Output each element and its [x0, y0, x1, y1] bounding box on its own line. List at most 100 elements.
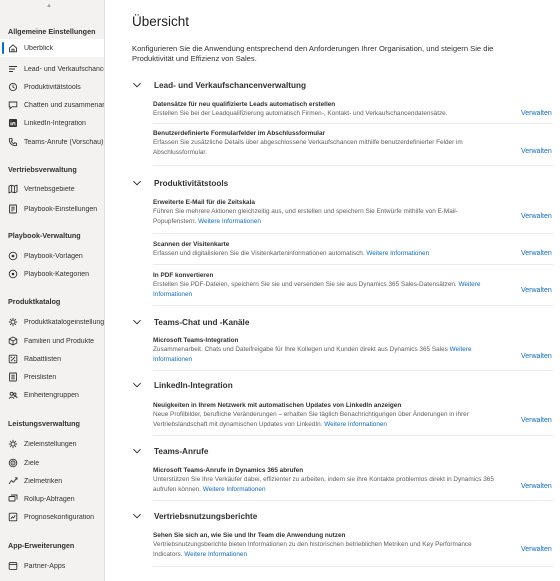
setting-item: In PDF konvertieren Erstellen Sie PDF-Dat…	[153, 271, 501, 299]
chevron-down-icon[interactable]	[132, 380, 142, 390]
setting-item: Benutzerdefinierte Formularfelder im Abs…	[153, 129, 501, 157]
manage-link[interactable]: Verwalten	[521, 483, 552, 490]
section-header[interactable]: Teams-Anrufe	[132, 444, 208, 458]
sidebar-item-linkedin[interactable]: LinkedIn-Integration	[0, 114, 104, 132]
sidebar-item-territory[interactable]: Vertriebsgebiete	[0, 180, 104, 198]
sidebar-item-unit-groups[interactable]: Einheitengruppen	[0, 386, 104, 404]
manage-link[interactable]: Verwalten	[521, 287, 552, 294]
item-divider	[153, 500, 553, 501]
sidebar-item-playbook-settings[interactable]: Playbook-Einstellungen	[0, 200, 104, 218]
item-divider	[153, 123, 553, 124]
playbook-settings-icon	[8, 204, 18, 214]
setting-item: Microsoft Teams-Anrufe in Dynamics 365 a…	[153, 466, 501, 494]
sidebar-item-catalog-settings[interactable]: Produktkatalogeinstellungen	[0, 313, 104, 331]
scroll-up-arrow-icon[interactable]: ▲	[46, 3, 52, 9]
item-divider	[153, 435, 553, 436]
sidebar-item-label: Produktkatalogeinstellungen	[24, 318, 104, 326]
chevron-down-icon[interactable]	[132, 511, 142, 521]
discount-icon	[8, 354, 18, 364]
sidebar-item-goal-metrics[interactable]: Zielmetriken	[0, 472, 104, 490]
home-icon	[8, 43, 18, 53]
sidebar-item-label: Playbook-Kategorien	[24, 270, 89, 278]
forecast-config-icon	[8, 512, 18, 522]
section-header[interactable]: Vertriebsnutzungsberichte	[132, 509, 257, 523]
setting-item-title: Sehen Sie sich an, wie Sie und Ihr Team …	[153, 532, 346, 539]
setting-item-title: Microsoft Teams-Anrufe in Dynamics 365 a…	[153, 467, 304, 474]
sidebar-item-label: Rollup-Abfragen	[24, 495, 75, 503]
goal-metrics-icon	[8, 476, 18, 486]
sidebar-item-price-list[interactable]: Preislisten	[0, 368, 104, 386]
manage-link[interactable]: Verwalten	[521, 546, 552, 553]
sidebar-item-goals[interactable]: Ziele	[0, 454, 104, 472]
manage-link[interactable]: Verwalten	[521, 250, 552, 257]
setting-item-description-text: Erstellen Sie PDF-Dateien, speichern Sie…	[153, 281, 457, 288]
item-divider	[153, 264, 553, 265]
item-divider	[153, 165, 553, 166]
item-divider	[153, 305, 553, 306]
sidebar-item-productivity[interactable]: Produktivitätstools	[0, 78, 104, 96]
chevron-down-icon[interactable]	[132, 178, 142, 188]
chevron-down-icon[interactable]	[132, 317, 142, 327]
page-intro: Konfigurieren Sie die Anwendung entsprec…	[132, 44, 494, 63]
more-info-link[interactable]: Weitere Informationen	[366, 250, 429, 257]
sidebar-group-heading: Leistungsverwaltung	[8, 419, 80, 428]
catalog-settings-icon	[8, 317, 18, 327]
sidebar-item-label: Playbook-Vorlagen	[24, 252, 83, 260]
sidebar-item-label: Teams-Anrufe (Vorschau)	[24, 138, 104, 146]
item-divider	[153, 233, 553, 234]
setting-item-description: Zusammenarbeit. Chats und Dateifreigabe …	[153, 345, 501, 364]
productivity-icon	[8, 82, 18, 92]
sidebar-item-chat[interactable]: Chatten und zusammenarbeiten	[0, 96, 104, 114]
more-info-link[interactable]: Weitere Informationen	[203, 486, 266, 493]
sidebar-item-label: Rabattlisten	[24, 355, 61, 363]
section-header[interactable]: Produktivitätstools	[132, 176, 228, 190]
sales-process-icon	[8, 64, 18, 74]
sidebar-item-label: Familien und Produkte	[24, 337, 95, 345]
section-header[interactable]: Teams-Chat und -Kanäle	[132, 315, 249, 329]
sidebar-item-partner-apps[interactable]: Partner-Apps	[0, 557, 104, 575]
section-header[interactable]: Lead- und Verkaufschancenverwaltung	[132, 78, 306, 92]
setting-item: Sehen Sie sich an, wie Sie und Ihr Team …	[153, 531, 501, 559]
sidebar-item-rollup-queries[interactable]: Rollup-Abfragen	[0, 490, 104, 508]
chevron-down-icon[interactable]	[132, 80, 142, 90]
goal-settings-icon	[8, 439, 18, 449]
sidebar-item-home[interactable]: Überblick	[0, 39, 104, 57]
sidebar-item-discount[interactable]: Rabattlisten	[0, 350, 104, 368]
setting-item-description-text: Erstellen Sie bei der Leadqualifizierung…	[153, 110, 448, 117]
section-title: Teams-Anrufe	[154, 446, 209, 456]
setting-item-description-text: Erfassen Sie zusätzliche Details über ab…	[153, 139, 463, 156]
setting-item-title: Microsoft Teams-Integration	[153, 337, 239, 344]
more-info-link[interactable]: Weitere Informationen	[198, 218, 261, 225]
sidebar-item-label: Preislisten	[24, 373, 57, 381]
sidebar-item-label: Chatten und zusammenarbeiten	[24, 101, 104, 109]
chevron-down-icon[interactable]	[132, 446, 142, 456]
sidebar-item-products[interactable]: Familien und Produkte	[0, 332, 104, 350]
sidebar-item-label: LinkedIn-Integration	[24, 119, 86, 127]
setting-item-description: Erfassen und digitalisieren Sie die Visi…	[153, 249, 501, 259]
sidebar-item-teams-call[interactable]: Teams-Anrufe (Vorschau)	[0, 133, 104, 151]
manage-link[interactable]: Verwalten	[521, 148, 552, 155]
sidebar-group-heading: Produktkatalog	[8, 297, 61, 306]
sidebar-group-heading: Vertriebsverwaltung	[8, 165, 77, 174]
sidebar-item-playbook-template[interactable]: Playbook-Vorlagen	[0, 247, 104, 265]
sidebar-item-label: Prognosekonfiguration	[24, 513, 95, 521]
manage-link[interactable]: Verwalten	[521, 110, 552, 117]
sidebar-item-sales-process[interactable]: Lead- und Verkaufschancen	[0, 60, 104, 78]
setting-item-description-text: Neue Profilbilder, berufliche Veränderun…	[153, 411, 469, 428]
playbook-template-icon	[8, 251, 18, 261]
main-content: Übersicht Konfigurieren Sie die Anwendun…	[105, 0, 560, 581]
more-info-link[interactable]: Weitere Informationen	[324, 421, 387, 428]
more-info-link[interactable]: Weitere Informationen	[184, 551, 247, 558]
setting-item: Erweiterte E-Mail für die Zeitskala Führe…	[153, 198, 501, 226]
sidebar-item-playbook-category[interactable]: Playbook-Kategorien	[0, 265, 104, 283]
setting-item-title: Neuigkeiten in Ihrem Netzwerk mit automa…	[153, 402, 402, 409]
sidebar-item-forecast-config[interactable]: Prognosekonfiguration	[0, 508, 104, 526]
manage-link[interactable]: Verwalten	[521, 353, 552, 360]
setting-item-description-text: Zusammenarbeit. Chats und Dateifreigabe …	[153, 346, 448, 353]
teams-call-icon	[8, 137, 18, 147]
section-header[interactable]: LinkedIn-Integration	[132, 378, 233, 392]
sidebar-scroll-up[interactable]: ▲	[0, 0, 104, 12]
manage-link[interactable]: Verwalten	[521, 417, 552, 424]
manage-link[interactable]: Verwalten	[521, 213, 552, 220]
sidebar-item-goal-settings[interactable]: Zieleinstellungen	[0, 435, 104, 453]
